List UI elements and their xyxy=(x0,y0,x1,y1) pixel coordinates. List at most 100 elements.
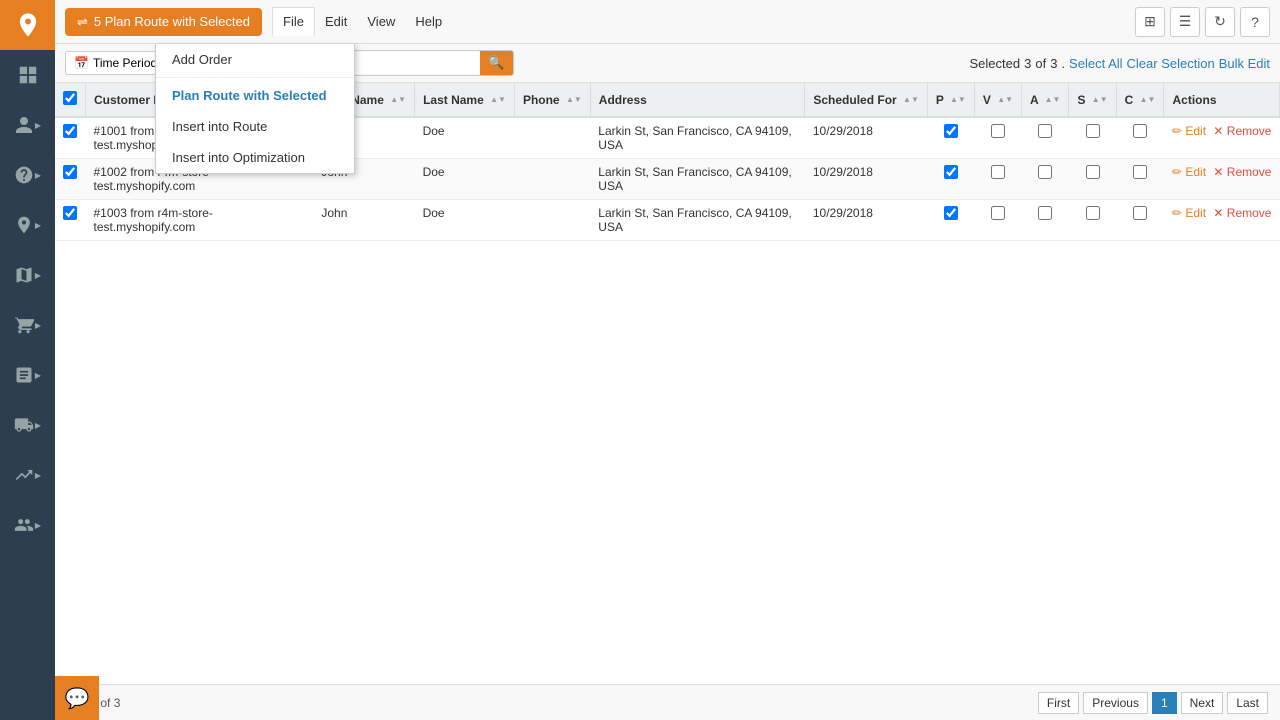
bulk-edit-link[interactable]: Bulk Edit xyxy=(1219,56,1270,71)
row-phone xyxy=(514,159,590,200)
row-last-name: Doe xyxy=(415,159,515,200)
header-checkbox-col xyxy=(55,83,86,117)
topbar: ⇌ 5 Plan Route with Selected File Edit V… xyxy=(55,0,1280,44)
next-page-btn[interactable]: Next xyxy=(1181,692,1224,714)
dropdown-add-order[interactable]: Add Order xyxy=(156,44,354,75)
table-row: #1003 from r4m-store-test.myshopify.comJ… xyxy=(55,200,1280,241)
clear-selection-link[interactable]: Clear Selection xyxy=(1127,56,1215,71)
row-p-checkbox-2[interactable] xyxy=(944,206,958,220)
sidebar-item-reports[interactable]: ▶ xyxy=(0,450,55,500)
menu-view[interactable]: View xyxy=(357,8,405,35)
row-first-name: John xyxy=(313,200,414,241)
row-c-cell xyxy=(1116,117,1164,159)
row-checkbox-cell xyxy=(55,117,86,159)
page-1-btn[interactable]: 1 xyxy=(1152,692,1177,714)
row-s-checkbox-2[interactable] xyxy=(1086,206,1100,220)
row-c-cell xyxy=(1116,159,1164,200)
selected-of: of xyxy=(1035,56,1046,71)
prev-page-btn[interactable]: Previous xyxy=(1083,692,1148,714)
dropdown-plan-route[interactable]: Plan Route with Selected xyxy=(156,80,354,111)
row-phone xyxy=(514,117,590,159)
sidebar-item-fleet[interactable]: ▶ xyxy=(0,400,55,450)
row-c-checkbox-0[interactable] xyxy=(1133,124,1147,138)
header-c: C ▲▼ xyxy=(1116,83,1164,117)
sidebar-item-dashboard[interactable] xyxy=(0,50,55,100)
menu-edit[interactable]: Edit xyxy=(315,8,357,35)
sort-arrows-v[interactable]: ▲▼ xyxy=(997,96,1013,104)
menu-help[interactable]: Help xyxy=(405,8,452,35)
remove-button-2[interactable]: ✕ Remove xyxy=(1213,206,1271,220)
edit-button-0[interactable]: ✏ Edit xyxy=(1172,124,1206,138)
chat-bubble[interactable]: 💬 xyxy=(55,676,99,720)
sidebar-item-routes[interactable]: ▶ xyxy=(0,250,55,300)
sort-arrows-a[interactable]: ▲▼ xyxy=(1045,96,1061,104)
row-a-checkbox-2[interactable] xyxy=(1038,206,1052,220)
sort-arrows-phone[interactable]: ▲▼ xyxy=(566,96,582,104)
row-scheduled: 10/29/2018 xyxy=(805,200,928,241)
row-a-cell xyxy=(1022,159,1069,200)
file-dropdown-menu: Add Order Plan Route with Selected Inser… xyxy=(155,44,355,174)
header-address: Address xyxy=(590,83,805,117)
row-checkbox-1[interactable] xyxy=(63,165,77,179)
row-v-checkbox-1[interactable] xyxy=(991,165,1005,179)
row-checkbox-0[interactable] xyxy=(63,124,77,138)
grid-view-btn[interactable]: ⊞ xyxy=(1135,7,1165,37)
header-p: P ▲▼ xyxy=(927,83,974,117)
sidebar-item-analytics[interactable]: ▶ xyxy=(0,350,55,400)
first-page-btn[interactable]: First xyxy=(1038,692,1079,714)
row-s-checkbox-1[interactable] xyxy=(1086,165,1100,179)
row-c-cell xyxy=(1116,200,1164,241)
remove-button-1[interactable]: ✕ Remove xyxy=(1213,165,1271,179)
row-p-cell xyxy=(927,159,974,200)
select-all-link[interactable]: Select All xyxy=(1069,56,1122,71)
row-c-checkbox-2[interactable] xyxy=(1133,206,1147,220)
row-s-cell xyxy=(1069,159,1116,200)
row-v-checkbox-0[interactable] xyxy=(991,124,1005,138)
help-btn[interactable]: ? xyxy=(1240,7,1270,37)
row-s-checkbox-0[interactable] xyxy=(1086,124,1100,138)
edit-button-1[interactable]: ✏ Edit xyxy=(1172,165,1206,179)
dropdown-insert-route[interactable]: Insert into Route xyxy=(156,111,354,142)
sidebar-item-orders[interactable]: ▶ xyxy=(0,300,55,350)
edit-button-2[interactable]: ✏ Edit xyxy=(1172,206,1206,220)
row-v-checkbox-2[interactable] xyxy=(991,206,1005,220)
app-logo[interactable] xyxy=(0,0,55,50)
route-icon: ⇌ xyxy=(77,14,88,30)
row-c-checkbox-1[interactable] xyxy=(1133,165,1147,179)
row-checkbox-2[interactable] xyxy=(63,206,77,220)
refresh-btn[interactable]: ↻ xyxy=(1205,7,1235,37)
menu-bar: File Edit View Help xyxy=(272,7,452,36)
row-a-checkbox-1[interactable] xyxy=(1038,165,1052,179)
remove-button-0[interactable]: ✕ Remove xyxy=(1213,124,1271,138)
plan-route-button[interactable]: ⇌ 5 Plan Route with Selected xyxy=(65,8,262,36)
last-page-btn[interactable]: Last xyxy=(1227,692,1268,714)
toolbar-right: Selected 3 of 3. Select All Clear Select… xyxy=(970,56,1270,71)
row-p-cell xyxy=(927,117,974,159)
list-view-btn[interactable]: ☰ xyxy=(1170,7,1200,37)
sort-arrows-last[interactable]: ▲▼ xyxy=(490,96,506,104)
sort-arrows-p[interactable]: ▲▼ xyxy=(950,96,966,104)
search-button[interactable]: 🔍 xyxy=(480,51,512,75)
sidebar-item-location[interactable]: ▶ xyxy=(0,200,55,250)
row-a-checkbox-0[interactable] xyxy=(1038,124,1052,138)
row-p-checkbox-0[interactable] xyxy=(944,124,958,138)
sidebar-item-team[interactable]: ▶ xyxy=(0,500,55,550)
topbar-right: ⊞ ☰ ↻ ? xyxy=(1135,7,1270,37)
sort-arrows-scheduled[interactable]: ▲▼ xyxy=(903,96,919,104)
sidebar-item-users[interactable]: ▶ xyxy=(0,100,55,150)
sort-arrows-s[interactable]: ▲▼ xyxy=(1092,96,1108,104)
select-all-checkbox[interactable] xyxy=(63,91,77,105)
row-phone xyxy=(514,200,590,241)
row-address: Larkin St, San Francisco, CA 94109, USA xyxy=(590,200,805,241)
row-s-cell xyxy=(1069,200,1116,241)
row-p-checkbox-1[interactable] xyxy=(944,165,958,179)
row-a-cell xyxy=(1022,200,1069,241)
sort-arrows-c[interactable]: ▲▼ xyxy=(1140,96,1156,104)
menu-file[interactable]: File xyxy=(272,7,315,36)
row-actions: ✏ Edit ✕ Remove xyxy=(1164,200,1280,241)
sidebar-item-help[interactable]: ▶ xyxy=(0,150,55,200)
calendar-icon: 📅 xyxy=(74,56,89,70)
sidebar: ▶ ▶ ▶ ▶ ▶ ▶ ▶ ▶ ▶ xyxy=(0,0,55,720)
sort-arrows-first[interactable]: ▲▼ xyxy=(390,96,406,104)
dropdown-insert-optimization[interactable]: Insert into Optimization xyxy=(156,142,354,173)
